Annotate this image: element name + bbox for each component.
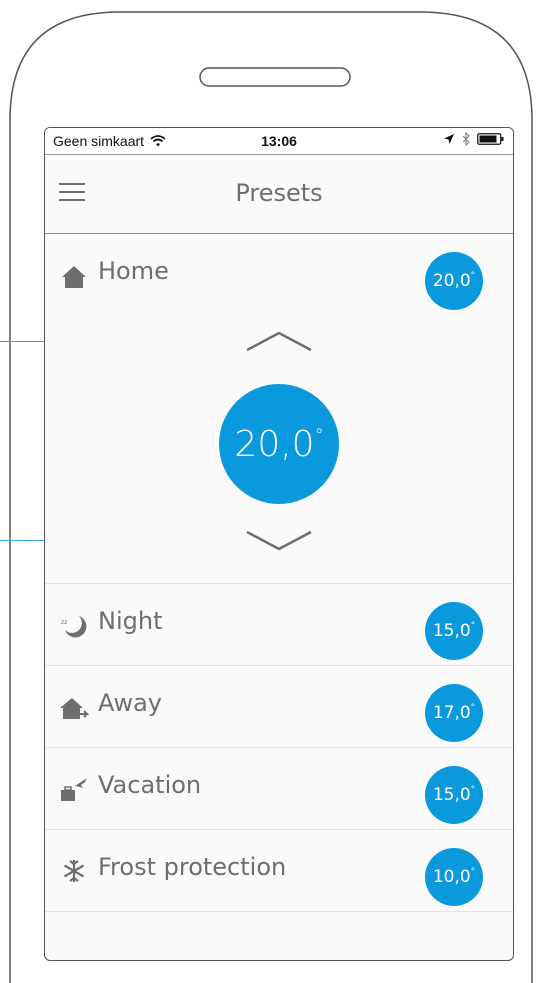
house-icon (62, 266, 86, 288)
preset-value-badge-vacation: 15,0 ° (425, 766, 483, 824)
preset-row-vacation[interactable]: Vacation 15,0 ° (45, 748, 513, 830)
chevron-up-icon[interactable] (245, 330, 313, 352)
snowflake-icon (63, 860, 85, 882)
temperature-dial: 20,0 ° (219, 384, 339, 504)
preset-row-frost-protection[interactable]: Frost protection 10,0 ° (45, 830, 513, 912)
speaker-slot (199, 67, 351, 87)
preset-label-vacation: Vacation (98, 771, 202, 799)
preset-value-badge-away: 17,0 ° (425, 684, 483, 742)
bluetooth-icon (462, 132, 470, 146)
phone-screen: Geen simkaart 13:06 Presets Home 20,0 ° … (44, 127, 514, 961)
preset-label-night: Night (98, 607, 163, 635)
luggage-plane-icon (61, 778, 87, 801)
house-exit-icon (60, 698, 89, 719)
preset-value-badge-home: 20,0 ° (425, 252, 483, 310)
preset-label-frost-protection: Frost protection (98, 853, 287, 881)
nav-bar: Presets (45, 155, 513, 234)
preset-row-home[interactable]: Home 20,0 ° 20,0 ° (45, 234, 513, 584)
battery-icon (477, 133, 504, 145)
preset-row-away[interactable]: Away 17,0 ° (45, 666, 513, 748)
location-arrow-icon (444, 134, 454, 144)
chevron-down-icon[interactable] (245, 530, 313, 552)
preset-value-badge-night: 15,0 ° (425, 602, 483, 660)
preset-row-night[interactable]: zz Night 15,0 ° (45, 584, 513, 666)
moon-sleep-icon: zz (61, 616, 87, 638)
preset-label-away: Away (98, 689, 162, 717)
page-title: Presets (235, 179, 323, 207)
status-bar: Geen simkaart 13:06 (45, 128, 513, 155)
svg-text:zz: zz (61, 619, 67, 626)
preset-value-badge-frost-protection: 10,0 ° (425, 848, 483, 906)
preset-label-home: Home (98, 257, 169, 285)
